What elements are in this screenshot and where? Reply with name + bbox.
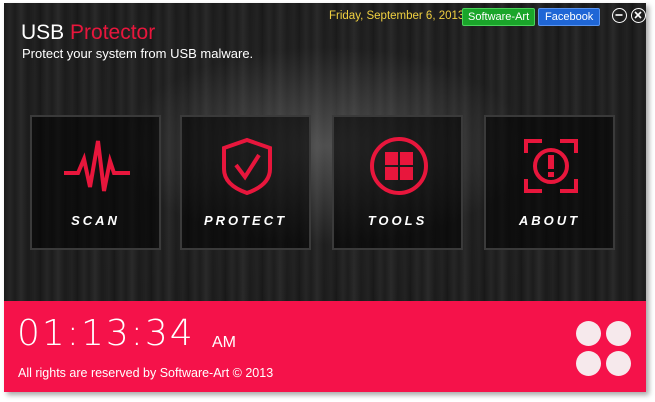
heartbeat-icon <box>64 140 130 192</box>
protect-label: PROTECT <box>203 213 288 228</box>
clock-time: 01:13:34 <box>17 313 195 354</box>
about-tile[interactable]: ABOUT <box>484 115 615 250</box>
dot-icon <box>606 351 631 376</box>
status-bar: 01:13:34 AM All rights are reserved by S… <box>4 301 646 392</box>
info-alert-icon <box>524 139 578 193</box>
software-art-button[interactable]: Software-Art <box>462 8 536 26</box>
tools-tile[interactable]: TOOLS <box>332 115 463 250</box>
date-display: Friday, September 6, 2013 <box>329 10 465 22</box>
clock-ampm: AM <box>212 334 236 351</box>
minimize-icon[interactable] <box>612 8 627 23</box>
app-subtitle: Protect your system from USB malware. <box>22 46 254 61</box>
app-title-main: USB <box>21 21 65 44</box>
scan-tile[interactable]: SCAN <box>30 115 161 250</box>
facebook-button[interactable]: Facebook <box>538 8 601 26</box>
scan-label: SCAN <box>71 213 120 228</box>
about-label: ABOUT <box>518 213 581 228</box>
shield-check-icon <box>222 137 272 195</box>
copyright-text: All rights are reserved by Software-Art … <box>18 366 274 380</box>
app-title-accent: Protector <box>70 21 156 44</box>
dot-icon <box>576 321 601 346</box>
protect-tile[interactable]: PROTECT <box>180 115 311 250</box>
close-icon[interactable] <box>631 8 646 23</box>
app-title: USB Protector <box>21 21 155 45</box>
dot-icon <box>606 321 631 346</box>
menu-dots-icon[interactable] <box>576 321 632 377</box>
app-window: USB Protector Protect your system from U… <box>4 3 646 392</box>
main-panel: USB Protector Protect your system from U… <box>4 3 646 301</box>
dot-icon <box>576 351 601 376</box>
tools-label: TOOLS <box>367 213 428 228</box>
grid-circle-icon <box>370 137 428 195</box>
